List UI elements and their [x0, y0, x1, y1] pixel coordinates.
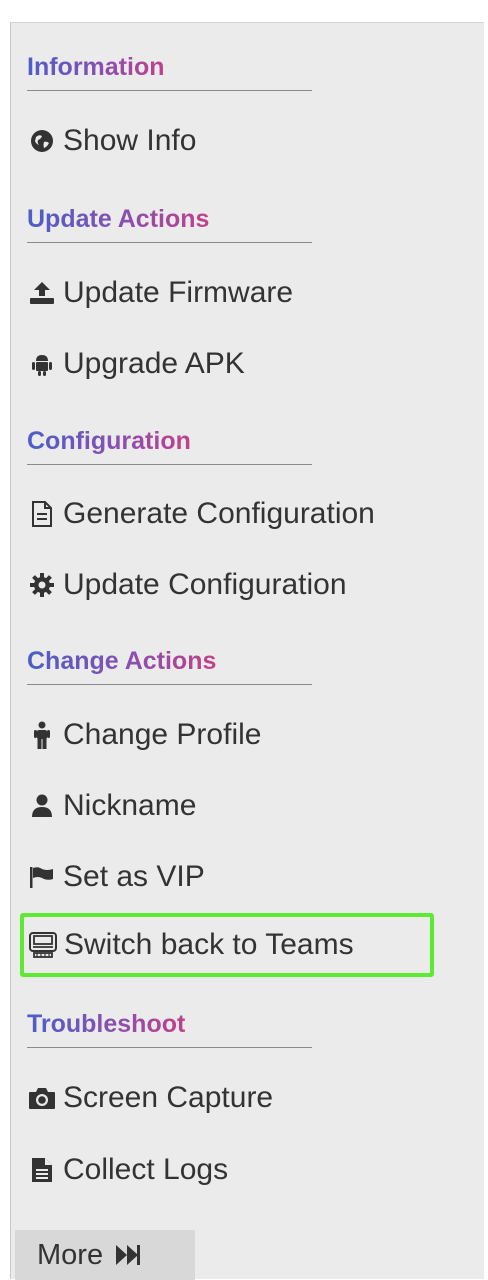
section-title-configuration: Configuration	[27, 427, 191, 455]
device-icon	[28, 930, 58, 960]
menu-item-label: Show Info	[63, 124, 197, 157]
section-title-change-actions: Change Actions	[27, 647, 217, 675]
menu-item-upgrade-apk[interactable]: Upgrade APK	[27, 336, 467, 392]
menu-item-set-as-vip[interactable]: Set as VIP	[27, 849, 467, 905]
more-button-label: More	[37, 1238, 104, 1271]
section-header-update-actions: Update Actions	[27, 193, 312, 243]
section-title-troubleshoot: Troubleshoot	[27, 1010, 186, 1038]
user-icon	[27, 791, 57, 821]
menu-item-update-firmware[interactable]: Update Firmware	[27, 265, 467, 321]
document-icon	[27, 499, 57, 529]
menu-item-nickname[interactable]: Nickname	[27, 778, 467, 834]
menu-item-label: Change Profile	[63, 718, 262, 751]
flag-icon	[27, 862, 57, 892]
menu-item-label: Screen Capture	[63, 1081, 274, 1114]
upload-icon	[27, 278, 57, 308]
menu-item-label: Set as VIP	[63, 860, 205, 893]
menu-item-screen-capture[interactable]: Screen Capture	[27, 1070, 467, 1126]
android-icon	[27, 349, 57, 379]
section-header-configuration: Configuration	[27, 415, 312, 465]
menu-item-label: Update Firmware	[63, 276, 294, 309]
actions-menu-panel: Information Show Info Update Actions Upd…	[10, 22, 484, 1280]
fast-forward-icon	[115, 1244, 141, 1266]
menu-item-show-info[interactable]: Show Info	[27, 113, 467, 169]
more-button[interactable]: More	[15, 1230, 195, 1280]
section-title-update-actions: Update Actions	[27, 205, 210, 233]
menu-item-update-configuration[interactable]: Update Configuration	[27, 557, 467, 613]
menu-item-label: Upgrade APK	[63, 347, 245, 380]
menu-item-switch-back-to-teams[interactable]: Switch back to Teams	[20, 913, 434, 977]
menu-item-label: Switch back to Teams	[64, 928, 354, 961]
menu-item-label: Generate Configuration	[63, 497, 375, 530]
file-text-icon	[27, 1155, 57, 1185]
menu-item-generate-configuration[interactable]: Generate Configuration	[27, 486, 467, 542]
section-header-change-actions: Change Actions	[27, 635, 312, 685]
menu-item-label: Nickname	[63, 789, 197, 822]
menu-item-label: Collect Logs	[63, 1153, 229, 1186]
section-header-troubleshoot: Troubleshoot	[27, 998, 312, 1048]
section-title-information: Information	[27, 53, 165, 81]
camera-icon	[27, 1083, 57, 1113]
section-header-information: Information	[27, 41, 312, 91]
menu-item-label: Update Configuration	[63, 568, 347, 601]
person-icon	[27, 720, 57, 750]
menu-item-collect-logs[interactable]: Collect Logs	[27, 1142, 467, 1198]
globe-icon	[27, 126, 57, 156]
gear-icon	[27, 570, 57, 600]
menu-item-change-profile[interactable]: Change Profile	[27, 707, 467, 763]
